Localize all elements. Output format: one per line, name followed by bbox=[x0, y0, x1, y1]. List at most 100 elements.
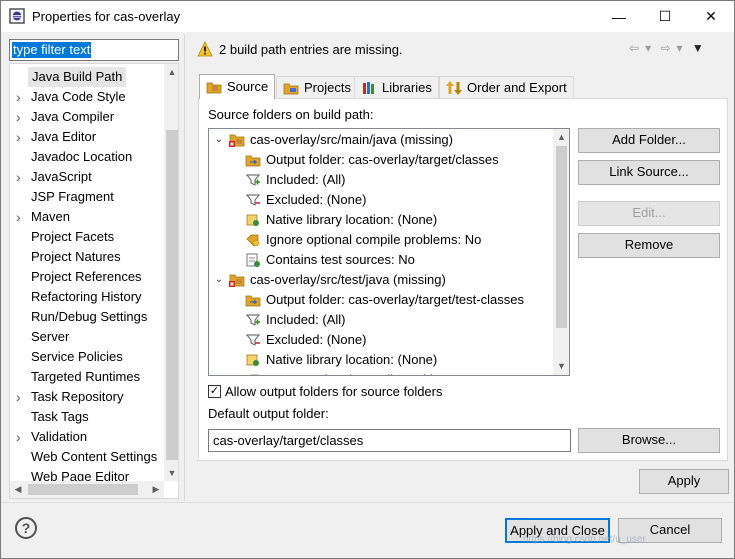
tree-item-label: Validation bbox=[31, 429, 88, 444]
tree-item-label: Java Code Style bbox=[31, 89, 126, 104]
tab-source[interactable]: Source bbox=[199, 74, 276, 99]
inclusion-filter-icon bbox=[245, 174, 261, 186]
source-folder-row[interactable]: ⌄ cas-overlay/src/test/java (missing) bbox=[213, 270, 446, 290]
tree-item-label: Targeted Runtimes bbox=[31, 369, 141, 384]
tree-vertical-scrollbar[interactable]: ▲ ▼ bbox=[164, 64, 178, 481]
status-message: 2 build path entries are missing. bbox=[197, 40, 403, 58]
tab-libraries[interactable]: Libraries bbox=[354, 76, 439, 98]
scroll-down-arrow-icon[interactable]: ▼ bbox=[164, 465, 178, 481]
expand-arrow-icon[interactable]: › bbox=[16, 387, 26, 407]
allow-output-folders-label: Allow output folders for source folders bbox=[225, 384, 443, 399]
missing-package-folder-icon bbox=[229, 134, 245, 147]
scroll-down-arrow-icon[interactable]: ▼ bbox=[553, 358, 569, 375]
collapse-arrow-icon[interactable]: ⌄ bbox=[213, 130, 225, 150]
test-sources-icon bbox=[246, 253, 260, 267]
row-label: Contains test sources: No bbox=[266, 252, 415, 267]
add-folder-button[interactable]: Add Folder... bbox=[578, 128, 720, 153]
scroll-right-arrow-icon[interactable]: ▶ bbox=[148, 481, 164, 498]
footer-divider bbox=[1, 502, 734, 503]
scroll-up-arrow-icon[interactable]: ▲ bbox=[553, 129, 569, 146]
tree-item-label: JSP Fragment bbox=[31, 189, 114, 204]
tree-item-label: Maven bbox=[31, 209, 71, 224]
collapse-arrow-icon[interactable]: ⌄ bbox=[213, 270, 225, 290]
scroll-up-arrow-icon[interactable]: ▲ bbox=[164, 64, 178, 80]
missing-package-folder-icon bbox=[229, 274, 245, 287]
row-label: Ignore optional compile problems: No bbox=[266, 370, 481, 375]
expand-arrow-icon[interactable]: › bbox=[16, 127, 26, 147]
properties-dialog: Properties for cas-overlay — ☐ ✕ type fi… bbox=[0, 0, 735, 559]
edit-button[interactable]: Edit... bbox=[578, 201, 720, 226]
expand-arrow-icon[interactable]: › bbox=[16, 207, 26, 227]
maximize-button[interactable]: ☐ bbox=[642, 1, 688, 32]
source-attribute-row[interactable]: Excluded: (None) bbox=[245, 330, 366, 350]
row-label: cas-overlay/src/main/java (missing) bbox=[250, 132, 453, 147]
source-attribute-row[interactable]: Included: (All) bbox=[245, 170, 345, 190]
default-output-field[interactable]: cas-overlay/target/classes bbox=[208, 429, 571, 452]
tab-order-export[interactable]: Order and Export bbox=[439, 76, 574, 98]
scroll-thumb[interactable] bbox=[556, 146, 567, 328]
source-attribute-row[interactable]: Ignore optional compile problems: No bbox=[245, 230, 481, 250]
title-bar: Properties for cas-overlay — ☐ ✕ bbox=[1, 1, 734, 32]
tree-item-label: Task Repository bbox=[31, 389, 124, 404]
source-attribute-row[interactable]: Native library location: (None) bbox=[245, 210, 437, 230]
source-list-scrollbar[interactable]: ▲ ▼ bbox=[553, 129, 569, 375]
exclusion-filter-icon bbox=[245, 334, 261, 346]
back-dropdown-icon[interactable]: ▾ bbox=[645, 41, 651, 55]
scroll-left-arrow-icon[interactable]: ◀ bbox=[10, 481, 26, 498]
tree-item-label: Project References bbox=[31, 269, 142, 284]
projects-icon bbox=[283, 83, 299, 94]
allow-output-folders-option[interactable]: ✓ Allow output folders for source folder… bbox=[208, 384, 443, 399]
link-source-button[interactable]: Link Source... bbox=[578, 160, 720, 185]
warning-icon bbox=[197, 41, 213, 57]
history-nav: ⇦ ▾ ⇨ ▾ ▼ bbox=[629, 41, 710, 55]
row-label: Excluded: (None) bbox=[266, 192, 367, 207]
view-menu-icon[interactable]: ▼ bbox=[692, 41, 704, 55]
scroll-thumb[interactable] bbox=[166, 130, 178, 460]
default-output-label: Default output folder: bbox=[208, 406, 329, 421]
row-label: Included: (All) bbox=[266, 312, 346, 327]
close-button[interactable]: ✕ bbox=[688, 1, 734, 32]
tree-horizontal-scrollbar[interactable]: ◀ ▶ bbox=[10, 481, 164, 498]
minimize-button[interactable]: — bbox=[596, 1, 642, 32]
tree-item-label: Project Facets bbox=[31, 229, 115, 244]
expand-arrow-icon[interactable]: › bbox=[16, 427, 26, 447]
output-folder-icon bbox=[245, 295, 261, 307]
preference-nav: type filter text Web Page Editor Web Cont… bbox=[5, 35, 181, 501]
expand-arrow-icon[interactable]: › bbox=[16, 167, 26, 187]
property-page-tree[interactable]: Web Page Editor Web Content Settings › Vali… bbox=[9, 63, 179, 499]
source-attribute-row[interactable]: Ignore optional compile problems: No bbox=[245, 370, 481, 375]
tree-item-label: Service Policies bbox=[31, 349, 123, 364]
expand-arrow-icon[interactable]: › bbox=[16, 107, 26, 127]
row-label: Excluded: (None) bbox=[266, 332, 367, 347]
tree-item-label: JavaScript bbox=[31, 169, 92, 184]
tree-item-label: Refactoring History bbox=[31, 289, 142, 304]
source-attribute-row[interactable]: Output folder: cas-overlay/target/classe… bbox=[245, 150, 499, 170]
source-folder-icon bbox=[206, 82, 222, 94]
source-attribute-row[interactable]: Output folder: cas-overlay/target/test-c… bbox=[245, 290, 524, 310]
window-title: Properties for cas-overlay bbox=[32, 9, 181, 24]
watermark: https://blog.csdn.net/u_user bbox=[523, 534, 646, 545]
source-folders-tree[interactable]: Ignore optional compile problems: No Nati… bbox=[208, 128, 570, 376]
filter-input[interactable]: type filter text bbox=[9, 39, 179, 61]
apply-button[interactable]: Apply bbox=[639, 469, 729, 494]
source-attribute-row[interactable]: Contains test sources: No bbox=[245, 250, 415, 270]
source-attribute-row[interactable]: Native library location: (None) bbox=[245, 350, 437, 370]
source-attribute-row[interactable]: Included: (All) bbox=[245, 310, 345, 330]
help-icon[interactable]: ? bbox=[15, 517, 37, 539]
tree-item-label: Java Compiler bbox=[31, 109, 115, 124]
tab-projects[interactable]: Projects bbox=[276, 76, 358, 98]
ignore-problems-icon bbox=[250, 374, 259, 375]
remove-button[interactable]: Remove bbox=[578, 233, 720, 258]
allow-output-folders-checkbox[interactable]: ✓ bbox=[208, 385, 221, 398]
forward-dropdown-icon[interactable]: ▾ bbox=[677, 41, 683, 55]
eclipse-app-icon bbox=[9, 8, 25, 24]
back-arrow-icon[interactable]: ⇦ bbox=[629, 41, 639, 55]
source-folder-row[interactable]: ⌄ cas-overlay/src/main/java (missing) bbox=[213, 130, 453, 150]
scroll-thumb[interactable] bbox=[28, 484, 138, 495]
pane-splitter[interactable] bbox=[184, 35, 185, 501]
expand-arrow-icon[interactable]: › bbox=[16, 87, 26, 107]
forward-arrow-icon[interactable]: ⇨ bbox=[660, 41, 670, 55]
source-attribute-row[interactable]: Excluded: (None) bbox=[245, 190, 366, 210]
tab-source-label: Source bbox=[227, 79, 269, 94]
browse-button[interactable]: Browse... bbox=[578, 428, 720, 453]
